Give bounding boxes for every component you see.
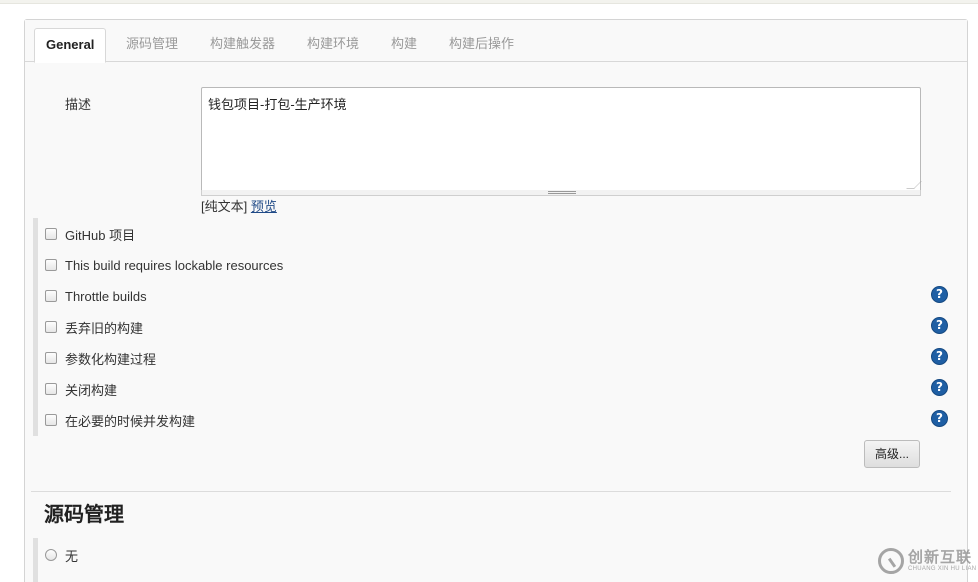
options-left-bar [33,218,38,436]
tab-post-build-actions[interactable]: 构建后操作 [438,28,525,62]
plain-text-label: [纯文本] [201,199,248,214]
advanced-button[interactable]: 高级... [864,440,920,468]
option-label: This build requires lockable resources [65,257,284,273]
watermark-text: 创新互联 CHUANG XIN HU LIAN [908,548,977,573]
option-throttle-builds[interactable]: Throttle builds [45,286,147,306]
tab-build-environment[interactable]: 构建环境 [296,28,370,62]
description-label: 描述 [65,97,92,112]
tab-build-triggers[interactable]: 构建触发器 [199,28,286,62]
preview-link[interactable]: 预览 [251,199,277,214]
scm-left-bar [33,538,38,582]
watermark-en: CHUANG XIN HU LIAN [908,565,977,572]
option-label: 关闭构建 [65,382,118,398]
top-strip [0,0,978,4]
option-label: Throttle builds [65,288,147,304]
job-config-panel: General 源码管理 构建触发器 构建环境 构建 构建后操作 描述 钱包项目… [24,19,968,582]
section-divider [31,491,951,492]
tab-build[interactable]: 构建 [380,28,428,62]
discard-old-builds-help-icon[interactable]: ? [931,317,948,334]
description-value: 钱包项目-打包-生产环境 [208,97,347,112]
resize-corner-icon[interactable] [906,181,922,189]
option-discard-old-builds[interactable]: 丢弃旧的构建 [45,317,143,337]
parameterized-build-help-icon[interactable]: ? [931,348,948,365]
option-label: 在必要的时候并发构建 [65,413,196,429]
config-tabbar: General 源码管理 构建触发器 构建环境 构建 构建后操作 [25,20,967,63]
watermark: 创新互联 CHUANG XIN HU LIAN [878,546,976,576]
scm-option-label: 无 [65,548,79,564]
option-concurrent-builds[interactable]: 在必要的时候并发构建 [45,410,195,430]
scm-none-radio[interactable] [45,549,57,561]
watermark-logo-icon [878,548,904,574]
concurrent-builds-help-icon[interactable]: ? [931,410,948,427]
throttle-builds-checkbox[interactable] [45,290,57,302]
option-label: GitHub 项目 [65,227,136,243]
discard-old-builds-checkbox[interactable] [45,321,57,333]
tab-general[interactable]: General [34,28,107,63]
disable-build-help-icon[interactable]: ? [931,379,948,396]
scm-option-none[interactable]: 无 [45,545,78,565]
watermark-cn: 创新互联 [908,548,973,566]
option-github-project[interactable]: GitHub 项目 [45,224,135,244]
scm-section-title: 源码管理 [44,504,124,526]
disable-build-checkbox[interactable] [45,383,57,395]
lockable-resources-checkbox[interactable] [45,259,57,271]
option-lockable-resources[interactable]: This build requires lockable resources [45,255,283,275]
option-parameterized-build[interactable]: 参数化构建过程 [45,348,156,368]
option-label: 参数化构建过程 [65,351,157,367]
concurrent-builds-checkbox[interactable] [45,414,57,426]
throttle-builds-help-icon[interactable]: ? [931,286,948,303]
option-disable-build[interactable]: 关闭构建 [45,379,117,399]
grip-lines-icon [548,191,576,194]
description-textarea[interactable]: 钱包项目-打包-生产环境 [201,87,922,192]
option-label: 丢弃旧的构建 [65,320,144,336]
preview-line: [纯文本] 预览 [201,196,277,215]
textarea-resize-grip[interactable] [201,190,921,196]
tab-source-management[interactable]: 源码管理 [115,28,189,62]
parameterized-build-checkbox[interactable] [45,352,57,364]
github-project-checkbox[interactable] [45,228,57,240]
